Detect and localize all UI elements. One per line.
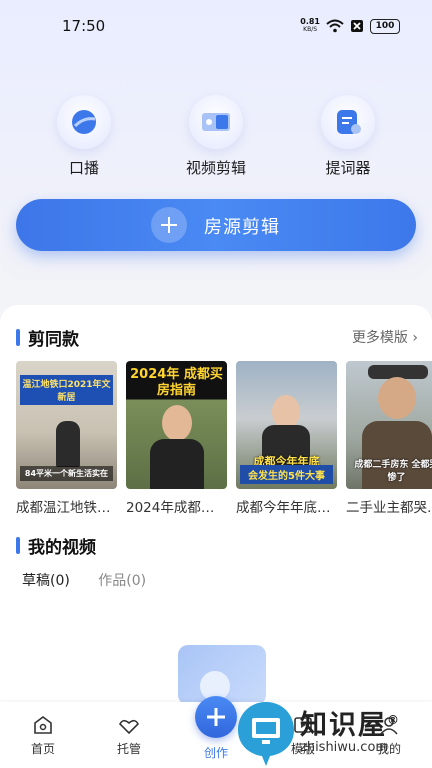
tool-label: 提词器 [325,159,371,177]
status-bar: 17:50 0.81 KB/S 100 [0,0,432,52]
template-caption: 成都今年年底会发生的5件大事 [236,500,337,516]
more-templates-link[interactable]: 更多模版 › [352,327,418,347]
template-card[interactable]: 2024年 成都买房指南 2024年成都买房指南 [126,361,227,516]
person-body [150,439,204,489]
handshake-icon [94,712,164,738]
template-thumbnail: 成都今年年底 会发生的5件大事 [236,361,337,489]
tab-label: 托管 [116,742,141,756]
template-card[interactable]: 成都今年年底 会发生的5件大事 成都今年年底会发生的5件大事 [236,361,337,516]
thumbnail-subtitle: 会发生的5件大事 [240,465,333,484]
more-templates-label: 更多模版 [351,330,408,346]
tool-label: 视频剪辑 [185,159,246,177]
house-edit-button[interactable]: 房源剪辑 [16,199,416,251]
person-figure [162,405,192,441]
watermark-name: 知识屋 [300,710,387,741]
tab-home[interactable]: 首页 [8,712,78,757]
person-figure [378,377,416,419]
template-caption: 二手业主都哭惨了 [346,500,432,516]
teleprompter-icon [321,95,375,149]
status-icons: 0.81 KB/S 100 [300,18,400,34]
my-videos-tabs: 草稿(0) 作品(0) [22,570,170,590]
plus-icon [151,207,187,243]
tab-drafts[interactable]: 草稿(0) [22,573,70,589]
chevron-right-icon: › [412,330,418,346]
templates-title: 剪同款 [16,325,79,350]
person-figure [272,395,300,429]
tab-works[interactable]: 作品(0) [98,573,146,589]
template-card[interactable]: 成都二手房东 全都哭惨了 二手业主都哭惨了 [346,361,432,516]
net-speed: 0.81 KB/S [300,18,320,34]
home-icon [8,712,78,738]
registered-mark: ® [387,713,401,727]
tool-video-edit[interactable]: 视频剪辑 [171,95,261,178]
template-thumbnail: 2024年 成都买房指南 [126,361,227,489]
tool-teleprompter[interactable]: 提词器 [303,95,393,178]
thumbnail-subtitle: 84平米一个新生活实在 [20,466,113,481]
thumbnail-sticker: 成都二手房东 全都哭惨了 [354,460,432,483]
status-time: 17:50 [62,17,106,35]
template-card[interactable]: 温江地铁口2021年文新居 84平米一个新生活实在 成都温江地铁口2021年文新… [16,361,117,516]
person-figure [56,421,80,467]
wifi-icon [326,19,344,33]
template-thumbnail: 温江地铁口2021年文新居 84平米一个新生活实在 [16,361,117,489]
thumbnail-sticker: 温江地铁口2021年文新居 [20,375,113,405]
tool-voiceover[interactable]: 口播 [39,95,129,178]
house-edit-label: 房源剪辑 [204,217,280,238]
net-speed-value: 0.81 [300,17,320,26]
tab-managed[interactable]: 托管 [94,712,164,757]
template-caption: 成都温江地铁口2021年文新居 [16,500,117,516]
watermark: 知识屋® zhishiwu.com [300,703,432,768]
video-clip-icon [189,95,243,149]
template-thumbnail: 成都二手房东 全都哭惨了 [346,361,432,489]
battery-indicator: 100 [370,18,400,34]
template-caption: 2024年成都买房指南 [126,500,227,516]
template-list: 温江地铁口2021年文新居 84平米一个新生活实在 成都温江地铁口2021年文新… [16,361,432,521]
my-videos-title: 我的视频 [16,533,96,558]
tab-label: 首页 [30,742,55,756]
watermark-logo-icon [238,702,294,766]
mic-icon [57,95,111,149]
watermark-url: zhishiwu.com [300,740,389,755]
tool-label: 口播 [68,159,99,177]
watermark-text: 知识屋® [300,703,432,742]
tools-row: 口播 视频剪辑 提词器 [0,95,432,185]
plus-icon [207,708,225,726]
content-card: 剪同款 更多模版 › 温江地铁口2021年文新居 84平米一个新生活实在 成都温… [0,305,432,715]
net-speed-unit: KB/S [303,26,318,33]
thumbnail-sticker: 2024年 成都买房指南 [130,367,223,398]
create-fab[interactable] [195,696,237,738]
sim-off-icon [351,20,363,32]
